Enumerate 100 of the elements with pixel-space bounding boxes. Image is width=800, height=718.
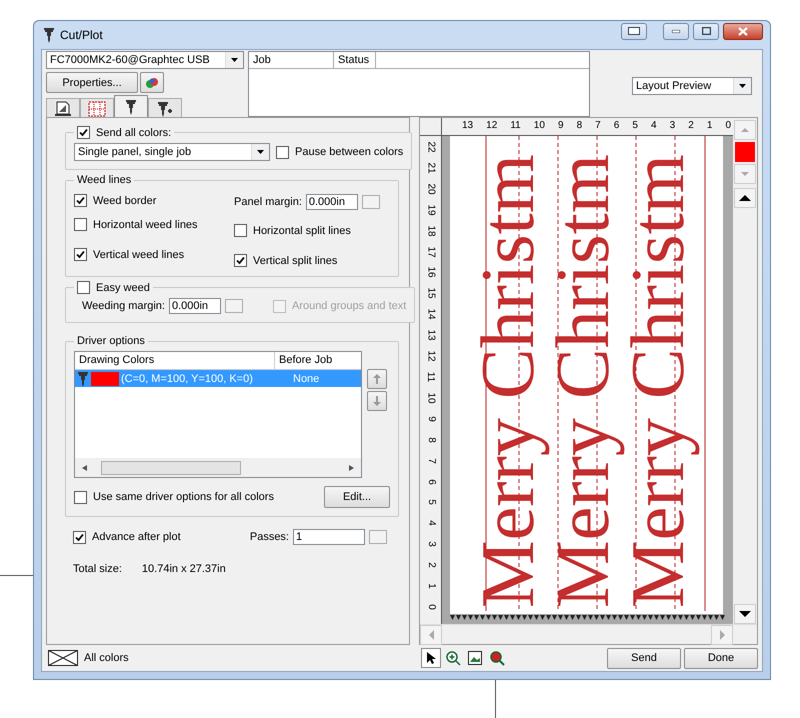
ruler-label: 20 [426,183,436,194]
page-icon [54,100,72,116]
checkbox-label: Vertical weed lines [93,248,184,260]
move-up-button[interactable] [367,369,387,389]
checkbox[interactable] [74,194,87,207]
dropdown-arrow-icon [231,58,238,62]
color-button[interactable] [140,72,164,93]
ruler-label: 9 [558,120,564,131]
panel-mode-dropdown[interactable]: Single panel, single job [74,143,270,161]
envelope-icon [48,650,78,666]
checkbox[interactable] [77,126,90,139]
maximize-button[interactable] [693,22,719,40]
ruler-label: 18 [426,225,436,236]
down-arrow-icon [373,396,381,406]
left-arrow-icon [82,465,87,471]
dialog-button[interactable]: Send [607,648,681,668]
down-arrow-icon [739,611,751,617]
column-header[interactable]: Drawing Colors [75,352,275,369]
tab[interactable] [148,98,182,118]
ruler-label: 4 [426,520,436,526]
current-color-swatch[interactable] [735,142,755,162]
checkbox-label: Horizontal split lines [253,224,351,236]
ruler-label: 11 [510,120,521,131]
up-arrow-icon [739,195,751,201]
checkbox[interactable] [74,218,87,231]
minimize-button[interactable] [663,22,689,40]
field-label: Passes: [250,531,289,543]
window-button[interactable] [621,22,647,40]
ruler-label: 17 [426,246,436,258]
checkbox[interactable] [74,248,87,261]
tab[interactable] [114,95,148,118]
ruler-label: 2 [426,562,436,568]
scroll-down-button[interactable] [734,604,756,624]
ruler-label: 22 [426,141,436,153]
leader-line [495,680,496,718]
ruler-label: 3 [670,120,676,131]
checkbox[interactable] [276,146,289,158]
edit-button[interactable]: Edit... [324,486,390,508]
column-header[interactable]: Status [334,52,376,68]
magnifier-icon [490,650,504,666]
ruler-label: 19 [426,204,436,216]
group-title: Driver options [76,335,146,347]
checkbox-label: Pause between colors [295,146,404,158]
weeding-margin-field[interactable]: 0.000in [168,298,221,314]
color-circles-icon [145,76,159,88]
column-header[interactable]: Before Job [275,352,361,369]
panel-margin-field[interactable]: 0.000in [306,194,358,210]
ruler-label: 3 [426,541,436,547]
zoom-in-icon [446,650,460,666]
ruler-label: 15 [426,288,436,299]
ruler-label: 7 [595,120,601,131]
ruler-label: 6 [426,478,436,484]
passes-field[interactable]: 1 [293,529,365,545]
minimize-icon [672,30,680,32]
field-label: Total size: [73,563,122,575]
ruler-label: 12 [486,120,498,131]
ruler-label: 6 [614,120,620,131]
right-arrow-icon [349,465,354,471]
checkbox[interactable] [73,530,86,544]
ruler-label: 9 [426,416,436,422]
checkbox[interactable] [74,490,87,504]
dropdown-arrow-icon [739,84,746,88]
checkbox[interactable] [77,281,90,294]
left-arrow-icon [428,630,434,640]
ruler-label: 12 [426,350,436,362]
field-label: Panel margin: [234,196,302,208]
cutter-icon [77,370,89,386]
fit-page-tool[interactable] [465,648,485,668]
pointer-tool[interactable] [421,648,441,668]
close-button[interactable] [723,22,763,40]
horizontal-scrollbar[interactable] [420,624,757,644]
group-title: Weed lines [76,174,132,186]
ruler-label: 1 [706,120,712,131]
horizontal-scrollbar[interactable] [75,458,361,477]
move-down-button[interactable] [367,391,387,411]
down-arrow-icon [741,172,749,176]
properties-button[interactable]: Properties... [46,72,138,93]
checkbox-label: Weed border [93,194,156,206]
field-label: Weeding margin: [82,300,165,312]
view-dropdown[interactable]: Layout Preview [632,77,752,95]
cutter-icon [125,99,137,115]
checkbox[interactable] [234,254,247,267]
window-title: Cut/Plot [60,28,103,42]
tab[interactable] [80,98,114,118]
ruler-label: 0 [725,120,731,131]
checkbox[interactable] [234,224,247,237]
ruler-label: 21 [426,162,436,174]
pointer-icon [426,651,436,665]
device-dropdown[interactable]: FC7000MK2-60@Graphtec USB [46,51,244,69]
color-description: (C=0, M=100, Y=100, K=0) [121,372,254,384]
tab[interactable] [46,98,80,118]
ruler-label: 10 [426,392,436,404]
column-header[interactable]: Job [249,52,334,68]
ruler-label: 13 [426,330,436,341]
up-arrow-icon [741,128,749,132]
ruler-label: 8 [426,436,436,442]
total-size-value: 10.74in x 27.37in [142,563,226,575]
ruler-label: 8 [576,120,582,131]
dialog-button[interactable]: Done [684,648,758,668]
scroll-up-button[interactable] [734,188,756,208]
